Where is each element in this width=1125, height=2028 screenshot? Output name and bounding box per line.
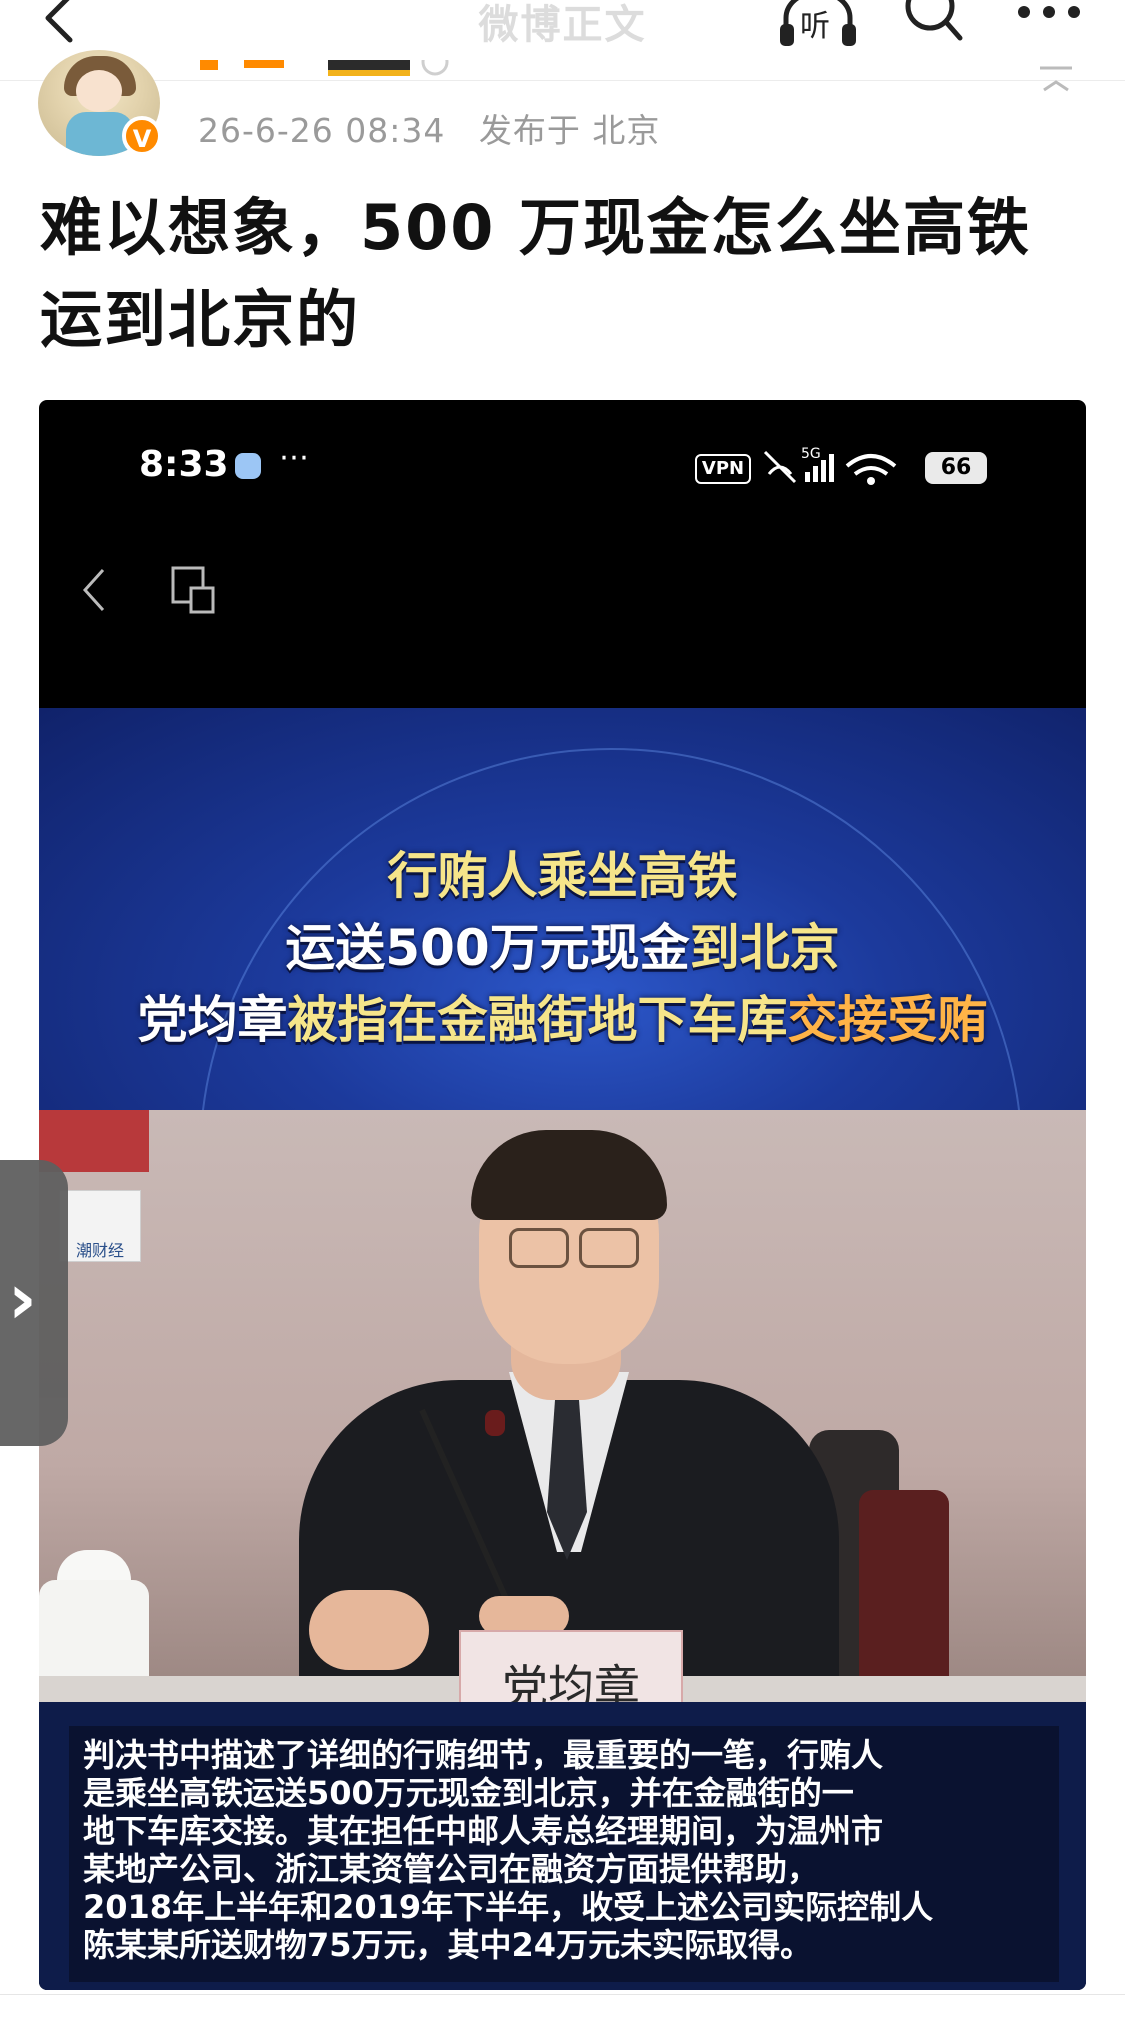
signal-wifi-icons: 5G [763, 446, 897, 485]
post-media-image[interactable]: 8:33 ⋯ VPN 5G 66 行贿人乘坐高铁 运送500万元现金到北京 党均… [39, 400, 1086, 1990]
caption-line: 是乘坐高铁运送500万元现金到北京，并在金融街的一 [83, 1774, 854, 1812]
news-headline-banner: 行贿人乘坐高铁 运送500万元现金到北京 党均章被指在金融街地下车库交接受贿 [39, 708, 1086, 1110]
status-time: 8:33 [139, 444, 229, 485]
chevron-right-icon: › [8, 1258, 37, 1340]
banner-line-3a: 党均章 [137, 991, 288, 1049]
post-location: 发布于 北京 [478, 111, 661, 150]
banner-line-3b: 被指在金融街地下车库 [287, 991, 788, 1049]
post-time: 26-6-26 08:34 [198, 111, 446, 150]
media-watermark-logo: 潮财经 [59, 1190, 141, 1262]
embedded-window-icon [171, 566, 215, 614]
favorite-star-icon[interactable] [1036, 60, 1076, 94]
microphone-head [485, 1410, 505, 1436]
listen-label: 听 [800, 9, 830, 44]
listen-headphones-icon[interactable]: 听 [778, 0, 858, 46]
caption-line: 2018年上半年和2019年下半年，收受上述公司实际控制人 [83, 1888, 934, 1926]
background-screen [39, 1110, 149, 1172]
more-notifications-icon: ⋯ [279, 440, 309, 475]
side-expand-handle[interactable]: › [0, 1160, 68, 1446]
news-caption: 判决书中描述了详细的行贿细节，最重要的一笔，行贿人 是乘坐高铁运送500万元现金… [39, 1702, 1086, 1990]
glasses-right [579, 1228, 639, 1268]
speaker-hair [471, 1130, 667, 1220]
caption-line: 某地产公司、浙江某资管公司在融资方面提供帮助， [83, 1850, 820, 1888]
post-headline: 难以想象，500 万现金怎么坐高铁运到北京的 [40, 191, 1032, 356]
banner-line-3: 党均章被指在金融街地下车库交接受贿 [39, 980, 1086, 1052]
post-meta: 26-6-26 08:34 发布于 北京 [198, 104, 682, 152]
network-type: 5G [801, 446, 821, 462]
caption-line: 陈某某所送财物75万元，其中24万元未实际取得。 [83, 1926, 813, 1964]
app-notification-icon [235, 453, 261, 479]
banner-line-2a: 运送500万元现金 [285, 919, 690, 977]
more-options-icon[interactable] [1016, 0, 1082, 30]
avatar-face [76, 70, 122, 112]
verified-badge-icon: V [122, 116, 162, 156]
caption-line: 地下车库交接。其在担任中邮人寿总经理期间，为温州市 [83, 1812, 884, 1850]
speaker-hand-left [309, 1590, 429, 1670]
speaker-photo: 潮财经 党均章 [39, 1110, 1086, 1702]
author-name-cropped[interactable] [200, 60, 460, 82]
banner-line-3c: 交接受贿 [787, 991, 988, 1049]
caption-text: 判决书中描述了详细的行贿细节，最重要的一笔，行贿人 是乘坐高铁运送500万元现金… [83, 1736, 1073, 1964]
name-plate: 党均章 [459, 1630, 683, 1702]
banner-line-2: 运送500万元现金到北京 [39, 908, 1086, 980]
red-chair [859, 1490, 949, 1702]
top-nav-bar: 微博正文 听 [0, 0, 1125, 81]
caption-line: 判决书中描述了详细的行贿细节，最重要的一笔，行贿人 [83, 1736, 884, 1774]
embedded-back-icon [82, 568, 105, 612]
bottom-divider [0, 1994, 1125, 2028]
vpn-indicator: VPN [695, 454, 751, 484]
embedded-status-bar: 8:33 ⋯ VPN 5G 66 [39, 400, 1086, 510]
banner-line-1: 行贿人乘坐高铁 [387, 847, 738, 905]
glasses-left [509, 1228, 569, 1268]
search-icon[interactable] [902, 0, 966, 46]
banner-line-2b: 到北京 [689, 919, 840, 977]
battery-indicator: 66 [925, 452, 987, 484]
